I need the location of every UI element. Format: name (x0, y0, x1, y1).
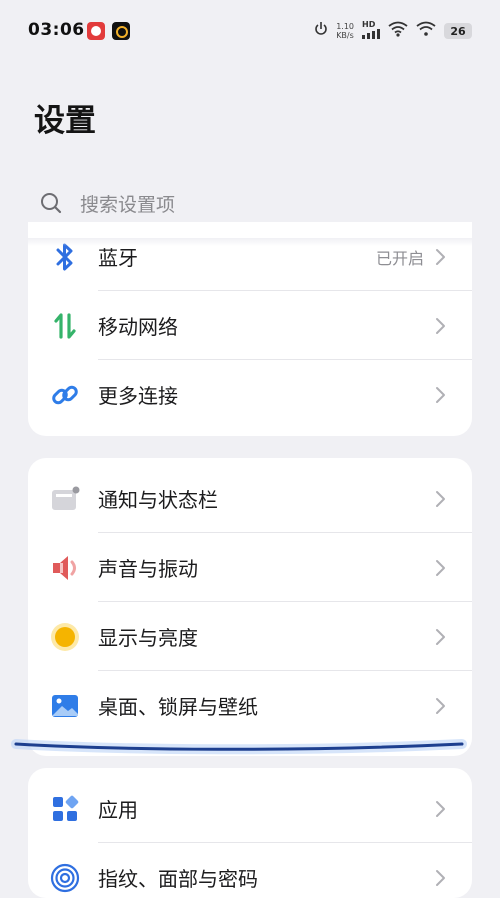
display-group: 通知与状态栏 声音与振动 显示与亮度 桌面、锁屏与壁纸 (28, 458, 472, 756)
settings-item-more-connections[interactable]: 更多连接 (28, 360, 472, 429)
status-time: 03:06 (28, 20, 85, 40)
settings-item-mobile-network[interactable]: 移动网络 (28, 291, 472, 360)
chevron-right-icon (428, 314, 452, 338)
signal-hd-label: HD (362, 19, 376, 29)
alarm-icon (314, 21, 328, 41)
settings-item-label: 桌面、锁屏与壁纸 (98, 695, 258, 719)
chevron-right-icon (428, 625, 452, 649)
settings-item-sound[interactable]: 声音与振动 (28, 533, 472, 602)
chevron-right-icon (428, 383, 452, 407)
network-speed-unit: KB/s (336, 31, 354, 40)
settings-item-label: 声音与振动 (98, 557, 198, 581)
search-placeholder: 搜索设置项 (80, 193, 176, 216)
wifi-icon-2 (416, 21, 436, 41)
settings-item-label: 更多连接 (98, 384, 178, 408)
settings-item-bluetooth[interactable]: 蓝牙 已开启 (28, 222, 472, 291)
app-notification-icon (87, 22, 105, 40)
app-notification-icon-2 (112, 22, 130, 40)
cellular-signal-icon: HD (362, 19, 380, 42)
scroll-fade (0, 238, 500, 246)
settings-item-label: 指纹、面部与密码 (98, 867, 258, 891)
chevron-right-icon (428, 245, 452, 269)
pen-stroke-annotation (11, 739, 467, 755)
apps-icon (48, 792, 82, 826)
search-input[interactable]: 搜索设置项 (34, 180, 466, 228)
wallpaper-icon (48, 689, 82, 723)
chevron-right-icon (428, 487, 452, 511)
network-speed-value: 1.10 (336, 22, 354, 31)
link-icon (48, 378, 82, 412)
status-bar: 03:06 1.10 KB/s HD 26 (0, 0, 500, 62)
wifi-icon (388, 21, 408, 41)
settings-item-display[interactable]: 显示与亮度 (28, 602, 472, 671)
network-speed: 1.10 KB/s (336, 22, 354, 40)
search-icon (40, 192, 62, 214)
settings-item-value: 已开启 (375, 248, 424, 268)
page-title: 设置 (34, 103, 96, 139)
status-indicators: 1.10 KB/s HD 26 (314, 20, 472, 42)
settings-item-label: 应用 (98, 798, 138, 822)
apps-security-group: 应用 指纹、面部与密码 (28, 768, 472, 898)
chevron-right-icon (428, 694, 452, 718)
notification-icon (48, 482, 82, 516)
settings-item-label: 蓝牙 (98, 246, 138, 270)
connectivity-group: 蓝牙 已开启 移动网络 更多连接 (28, 222, 472, 436)
brightness-icon (48, 620, 82, 654)
settings-item-fingerprint[interactable]: 指纹、面部与密码 (28, 843, 472, 898)
chevron-right-icon (428, 797, 452, 821)
settings-item-notifications[interactable]: 通知与状态栏 (28, 464, 472, 533)
settings-item-label: 显示与亮度 (98, 626, 198, 650)
settings-item-apps[interactable]: 应用 (28, 774, 472, 843)
fingerprint-icon (48, 861, 82, 895)
battery-indicator: 26 (444, 23, 472, 39)
settings-item-label: 通知与状态栏 (98, 488, 218, 512)
chevron-right-icon (428, 866, 452, 890)
speaker-icon (48, 551, 82, 585)
mobile-network-icon (48, 309, 82, 343)
settings-item-label: 移动网络 (98, 315, 178, 339)
chevron-right-icon (428, 556, 452, 580)
